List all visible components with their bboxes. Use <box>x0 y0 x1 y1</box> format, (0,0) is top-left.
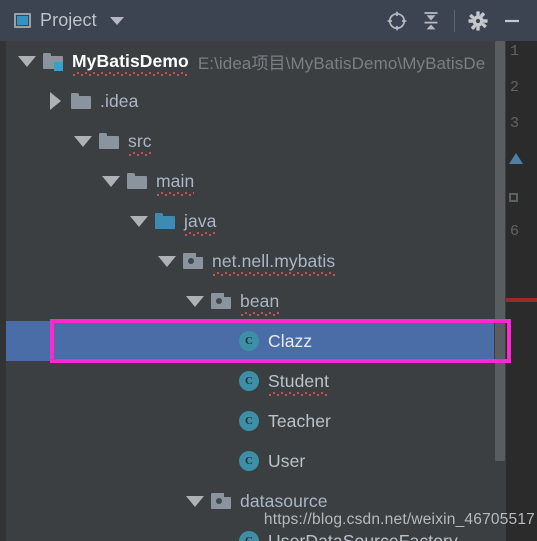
java-class-icon: C <box>236 451 262 471</box>
tree-row-main[interactable]: main <box>6 161 537 201</box>
tree-row-label: User <box>268 450 306 471</box>
tree-row-label: bean <box>240 290 280 316</box>
tree-row-label: Teacher <box>268 410 331 431</box>
java-class-icon: C <box>236 371 262 391</box>
tree-row-idea[interactable]: .idea <box>6 81 537 121</box>
module-folder-icon <box>40 53 66 71</box>
tree-row-clazz[interactable]: C Clazz <box>6 321 537 361</box>
java-class-icon: C <box>236 531 262 541</box>
package-icon <box>208 293 234 309</box>
tree-row-label: .idea <box>100 90 139 111</box>
tree-row-user[interactable]: C User <box>6 441 537 481</box>
tree-row-mybatisdemo[interactable]: MyBatisDemo E:\idea项目\MyBatisDemo\MyBatis… <box>6 41 537 81</box>
scrollbar-thumb[interactable] <box>495 41 505 461</box>
watermark-text: https://blog.csdn.net/weixin_46705517 <box>263 511 535 528</box>
collapse-all-button[interactable] <box>414 4 448 38</box>
tree-row-java[interactable]: java <box>6 201 537 241</box>
tree-row-teacher[interactable]: C Teacher <box>6 401 537 441</box>
crosshair-target-icon <box>387 11 407 30</box>
folder-icon <box>124 173 150 189</box>
tool-window-header: Project <box>0 0 537 41</box>
tree-row-net-nell-mybatis[interactable]: net.nell.mybatis <box>6 241 537 281</box>
expand-arrow-down-icon[interactable] <box>70 135 96 147</box>
tree-row-label: main <box>156 170 195 196</box>
vertical-scrollbar[interactable] <box>494 41 506 541</box>
gutter-run-marker-icon[interactable] <box>509 153 523 164</box>
tree-row-label: net.nell.mybatis <box>212 250 336 276</box>
package-icon <box>208 493 234 509</box>
project-tree-panel: MyBatisDemo E:\idea项目\MyBatisDemo\MyBatis… <box>0 41 537 541</box>
tree-row-src[interactable]: src <box>6 121 537 161</box>
java-class-icon: C <box>236 411 262 431</box>
expand-arrow-down-icon[interactable] <box>182 295 208 307</box>
folder-icon <box>68 93 94 109</box>
error-stripe-marker[interactable] <box>506 298 537 302</box>
minus-icon <box>505 19 519 22</box>
hide-button[interactable] <box>495 4 529 38</box>
project-window-icon <box>14 13 31 28</box>
select-opened-file-button[interactable] <box>380 4 414 38</box>
gutter-line-number: 2 <box>510 79 520 96</box>
project-tree[interactable]: MyBatisDemo E:\idea项目\MyBatisDemo\MyBatis… <box>6 41 537 541</box>
tree-row-student[interactable]: C Student <box>6 361 537 401</box>
settings-button[interactable] <box>461 4 495 38</box>
expand-arrow-down-icon[interactable] <box>14 55 40 67</box>
tree-row-label: src <box>128 130 152 156</box>
gutter-line-number: 3 <box>510 115 520 132</box>
gutter-fold-marker-icon[interactable] <box>509 193 518 202</box>
tree-row-label: MyBatisDemo <box>72 50 189 76</box>
project-tool-window: Project MyBatisDemo E:\idea项目\MyBatisDem… <box>0 0 537 541</box>
expand-arrow-down-icon[interactable] <box>182 495 208 507</box>
gutter-line-number: 6 <box>510 223 520 240</box>
editor-gutter-sliver: 1 2 3 6 <box>506 41 537 541</box>
tree-row-label: java <box>184 210 217 236</box>
expand-arrow-down-icon[interactable] <box>154 255 180 267</box>
left-edge-strip <box>0 41 6 541</box>
gutter-line-number: 1 <box>510 43 520 60</box>
tool-window-title: Project <box>40 10 97 30</box>
expand-arrow-right-icon[interactable] <box>42 92 68 110</box>
tree-row-bean[interactable]: bean <box>6 281 537 321</box>
tree-row-label: Clazz <box>268 330 313 351</box>
expand-arrow-down-icon[interactable] <box>98 175 124 187</box>
collapse-all-icon <box>424 11 438 29</box>
tool-window-actions <box>380 4 529 38</box>
java-class-icon: C <box>236 331 262 351</box>
expand-arrow-down-icon[interactable] <box>126 215 152 227</box>
project-tab[interactable]: Project <box>14 10 124 31</box>
tree-row-label: Student <box>268 370 330 396</box>
chevron-down-icon[interactable] <box>109 16 124 25</box>
package-icon <box>180 253 206 269</box>
folder-icon <box>96 133 122 149</box>
gear-icon <box>468 10 488 31</box>
source-root-folder-icon <box>152 213 178 229</box>
project-path-text: E:\idea项目\MyBatisDemo\MyBatisDe <box>197 53 486 73</box>
tree-row-label: datasource <box>240 490 328 511</box>
tree-row-label: UserDataSourceFactory <box>268 530 458 541</box>
toolbar-separator <box>454 9 455 32</box>
